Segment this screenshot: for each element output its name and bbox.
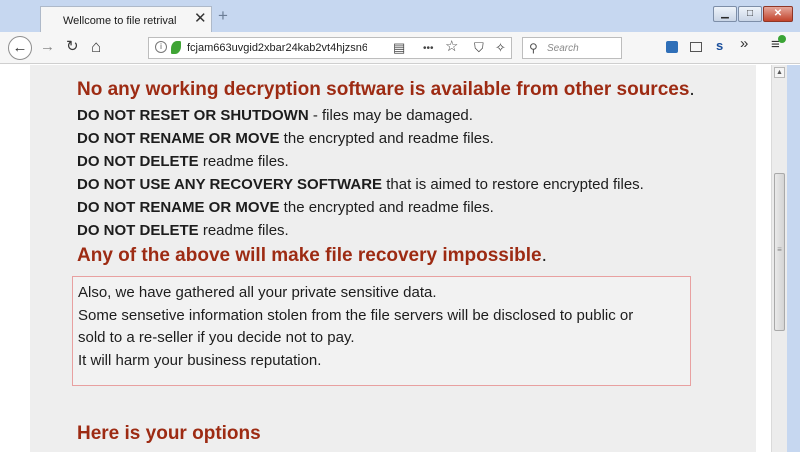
warning-bold: DO NOT USE ANY RECOVERY SOFTWARE <box>77 176 383 193</box>
reader-view-icon[interactable]: ▤ <box>393 40 405 56</box>
extension-s-icon[interactable]: s <box>716 39 723 53</box>
update-badge-icon <box>778 35 786 43</box>
warning-text: readme files. <box>198 222 289 239</box>
forward-arrow-icon[interactable]: → <box>40 39 55 55</box>
heading-dot: . <box>689 79 695 100</box>
back-arrow-icon: ← <box>12 39 28 56</box>
scroll-up-button[interactable]: ▲ <box>774 67 785 78</box>
warning-bold: DO NOT RENAME OR MOVE <box>77 130 280 147</box>
tracking-shield-icon[interactable]: ⛉ <box>474 40 484 56</box>
overflow-icon[interactable]: » <box>740 36 748 51</box>
warning-line: DO NOT RENAME OR MOVE the encrypted and … <box>77 199 494 216</box>
warning-bold: DO NOT DELETE <box>77 222 199 239</box>
ransom-note: No any working decryption software is av… <box>30 65 756 452</box>
heading-no-software: No any working decryption software is av… <box>77 79 695 101</box>
warning-bold: DO NOT RESET OR SHUTDOWN <box>77 107 309 124</box>
tab-active[interactable]: Wellcome to file retrival ✕ <box>40 6 212 34</box>
warning-line: DO NOT DELETE readme files. <box>77 222 289 239</box>
url-text[interactable]: fcjam663uvgid2xbar24kab2vt4hjzsn6c <box>187 42 367 54</box>
vertical-scrollbar[interactable]: ▲ ≡ <box>771 65 787 452</box>
warning-bold: DO NOT DELETE <box>77 153 199 170</box>
warning-text: that is aimed to restore encrypted files… <box>382 176 644 193</box>
warning-text: the encrypted and readme files. <box>279 199 494 216</box>
maximize-icon: □ <box>746 8 754 19</box>
search-placeholder: Search <box>547 43 579 54</box>
warning-line: DO NOT RESET OR SHUTDOWN - files may be … <box>77 107 473 124</box>
search-icon: ⚲ <box>529 41 538 55</box>
maximize-button[interactable]: □ <box>738 6 762 22</box>
notice-line: It will harm your business reputation. <box>78 352 322 369</box>
url-bar[interactable]: i fcjam663uvgid2xbar24kab2vt4hjzsn6c ▤ •… <box>148 37 512 59</box>
tab-title: Wellcome to file retrival <box>63 15 177 27</box>
heading-no-software-text: No any working decryption software is av… <box>77 79 690 100</box>
page-actions-icon[interactable]: ••• <box>423 41 434 57</box>
notice-line: sold to a re-seller if you decide not to… <box>78 329 355 346</box>
warning-text: - files may be damaged. <box>308 107 473 124</box>
heading-impossible-text: Any of the above will make file recovery… <box>77 245 542 266</box>
close-window-button[interactable]: ✕ <box>763 6 793 22</box>
page-viewport[interactable]: No any working decryption software is av… <box>0 65 787 452</box>
scroll-thumb[interactable]: ≡ <box>774 173 785 331</box>
tab-close-icon[interactable]: ✕ <box>194 11 207 27</box>
heading-impossible: Any of the above will make file recovery… <box>77 245 547 267</box>
new-tab-icon[interactable]: + <box>218 7 228 24</box>
clean-icon[interactable]: ✧ <box>495 40 506 56</box>
search-box[interactable]: ⚲ Search <box>522 37 622 59</box>
minimize-icon: ▁ <box>721 8 729 19</box>
warning-text: the encrypted and readme files. <box>279 130 494 147</box>
back-button[interactable]: ← <box>8 36 32 60</box>
sidebar-icon[interactable] <box>690 42 702 52</box>
minimize-button[interactable]: ▁ <box>713 6 737 22</box>
warning-text: readme files. <box>198 153 289 170</box>
heading-dot: . <box>541 245 547 266</box>
warning-line: DO NOT DELETE readme files. <box>77 153 289 170</box>
notice-line: Some sensetive information stolen from t… <box>78 307 634 324</box>
reload-icon[interactable]: ↻ <box>66 39 79 55</box>
extension-blue-icon[interactable] <box>666 41 678 53</box>
grip-icon: ≡ <box>777 245 782 254</box>
bookmark-star-icon[interactable]: ☆ <box>445 39 458 55</box>
leaf-icon <box>171 41 181 54</box>
warning-line: DO NOT USE ANY RECOVERY SOFTWARE that is… <box>77 176 644 193</box>
warning-bold: DO NOT RENAME OR MOVE <box>77 199 280 216</box>
info-icon[interactable]: i <box>155 41 167 53</box>
home-icon[interactable]: ⌂ <box>91 38 101 55</box>
notice-line: Also, we have gathered all your private … <box>78 284 437 301</box>
warning-line: DO NOT RENAME OR MOVE the encrypted and … <box>77 130 494 147</box>
nav-bar: ← → ↻ ⌂ i fcjam663uvgid2xbar24kab2vt4hjz… <box>0 32 800 64</box>
data-leak-notice: Also, we have gathered all your private … <box>72 276 691 386</box>
window-frame <box>787 65 800 452</box>
close-icon: ✕ <box>773 8 783 19</box>
heading-options: Here is your options <box>77 423 261 444</box>
title-bar: Wellcome to file retrival ✕ + ▁ □ ✕ <box>0 0 800 34</box>
